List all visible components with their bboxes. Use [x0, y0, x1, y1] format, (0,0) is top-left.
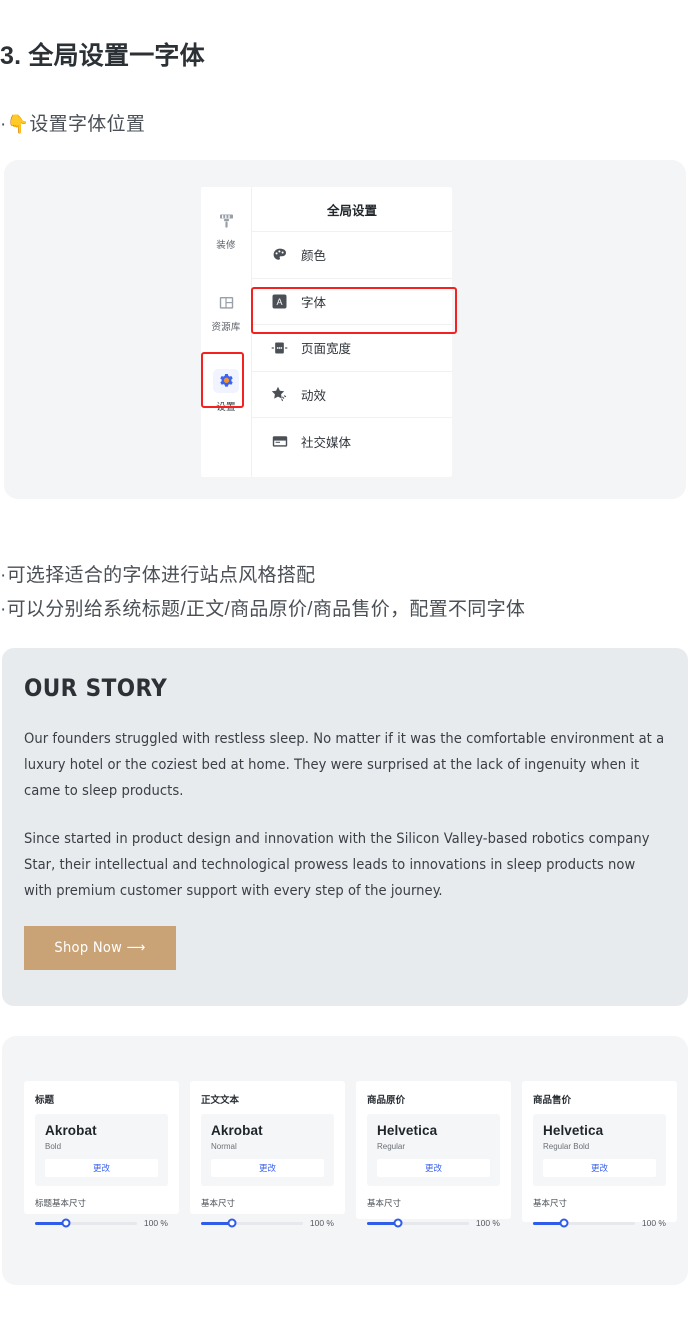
library-grid-icon	[215, 293, 237, 313]
change-font-button[interactable]: 更改	[211, 1159, 324, 1177]
story-paragraph-1: Our founders struggled with restless sle…	[24, 730, 665, 799]
bullet-font-style-match: ·可选择适合的字体进行站点风格搭配	[0, 565, 316, 586]
global-settings-panel: 全局设置 颜色 A 字体 页面宽度 动效 社交媒体	[252, 187, 452, 477]
font-preview-box: Helvetica Regular Bold 更改	[533, 1114, 666, 1186]
font-name: Helvetica	[377, 1123, 438, 1138]
svg-text:A: A	[276, 297, 282, 307]
settings-row-social-media[interactable]: 社交媒体	[252, 418, 452, 465]
size-slider-row: 100 %	[367, 1218, 500, 1228]
size-value: 100 %	[641, 1218, 666, 1228]
star-sparkle-icon	[271, 386, 288, 403]
gear-icon	[213, 369, 239, 393]
settings-row-font[interactable]: A 字体	[252, 279, 452, 325]
font-name: Helvetica	[543, 1123, 604, 1138]
bullet-set-font-position: ·👇设置字体位置	[0, 109, 145, 136]
font-card-list: 标题 Akrobat Bold 更改 标题基本尺寸 100 % 正文文本 Akr…	[24, 1081, 677, 1228]
settings-label-page-width: 页面宽度	[301, 342, 352, 357]
shop-now-button[interactable]: Shop Now ⟶	[24, 926, 176, 970]
slider-thumb[interactable]	[559, 1218, 569, 1228]
font-card-sale-price: 商品售价 Helvetica Regular Bold 更改 基本尺寸 100 …	[522, 1081, 677, 1228]
pointing-down-icon: 👇	[6, 114, 30, 134]
page-width-icon	[271, 339, 288, 356]
settings-label-color: 颜色	[301, 249, 327, 264]
paint-brush-icon	[215, 211, 237, 231]
story-preview-card: OUR STORY Our founders struggled with re…	[2, 648, 688, 1006]
bullet-dot: ·	[0, 114, 7, 135]
sidebar-item-settings[interactable]: 设置	[201, 361, 251, 421]
size-slider-row: 100 %	[35, 1218, 168, 1228]
font-weight: Bold	[45, 1142, 62, 1151]
settings-label-social-media: 社交媒体	[301, 435, 352, 450]
slider-thumb[interactable]	[227, 1218, 237, 1228]
palette-icon	[271, 246, 288, 263]
font-preview-box: Akrobat Normal 更改	[201, 1114, 334, 1186]
sidebar-item-library[interactable]: 资源库	[201, 283, 251, 343]
sidebar-label-library: 资源库	[211, 322, 241, 333]
size-value: 100 %	[309, 1218, 334, 1228]
size-label: 标题基本尺寸	[35, 1198, 87, 1208]
font-weight: Regular Bold	[543, 1142, 590, 1151]
size-label: 基本尺寸	[367, 1198, 402, 1208]
font-card-label: 正文文本	[201, 1095, 240, 1106]
editor-mock: 装修 资源库 设置 全局设置 颜色 A 字体 页面宽度 动效 社交媒体	[201, 187, 452, 477]
social-media-icon	[271, 433, 288, 450]
sidebar-label-settings: 设置	[216, 402, 236, 413]
font-name: Akrobat	[45, 1123, 97, 1138]
font-settings-screenshot-container: 标题 Akrobat Bold 更改 标题基本尺寸 100 % 正文文本 Akr…	[2, 1036, 688, 1285]
font-card-body: 正文文本 Akrobat Normal 更改 基本尺寸 100 %	[190, 1081, 345, 1228]
size-slider[interactable]	[35, 1218, 137, 1228]
change-font-button[interactable]: 更改	[377, 1159, 490, 1177]
page-title: 3. 全局设置一字体	[0, 42, 205, 70]
settings-row-animation[interactable]: 动效	[252, 372, 452, 418]
size-value: 100 %	[143, 1218, 168, 1228]
sidebar-item-decoration[interactable]: 装修	[201, 201, 251, 261]
change-font-button[interactable]: 更改	[45, 1159, 158, 1177]
sidebar-label-decoration: 装修	[216, 240, 236, 251]
size-slider[interactable]	[533, 1218, 635, 1228]
story-title: OUR STORY	[24, 674, 168, 702]
size-label: 基本尺寸	[533, 1198, 568, 1208]
size-slider[interactable]	[201, 1218, 303, 1228]
settings-row-color[interactable]: 颜色	[252, 232, 452, 279]
font-card-label: 商品售价	[533, 1095, 572, 1106]
settings-row-page-width[interactable]: 页面宽度	[252, 325, 452, 372]
panel-title: 全局设置	[252, 187, 452, 232]
font-card-label: 商品原价	[367, 1095, 406, 1106]
slider-thumb[interactable]	[61, 1218, 71, 1228]
size-slider-row: 100 %	[201, 1218, 334, 1228]
settings-screenshot-container: 装修 资源库 设置 全局设置 颜色 A 字体 页面宽度 动效 社交媒体	[4, 160, 686, 499]
font-preview-box: Akrobat Bold 更改	[35, 1114, 168, 1186]
font-a-icon: A	[271, 293, 288, 310]
font-card-title: 标题 Akrobat Bold 更改 标题基本尺寸 100 %	[24, 1081, 179, 1228]
settings-label-font: 字体	[301, 295, 327, 310]
change-font-button[interactable]: 更改	[543, 1159, 656, 1177]
size-value: 100 %	[475, 1218, 500, 1228]
story-paragraph-2: Since started in product design and inno…	[24, 830, 650, 899]
font-card-original-price: 商品原价 Helvetica Regular 更改 基本尺寸 100 %	[356, 1081, 511, 1228]
editor-left-rail: 装修 资源库 设置	[201, 187, 252, 477]
bullet-font-per-element: ·可以分别给系统标题/正文/商品原价/商品售价，配置不同字体	[0, 599, 526, 620]
font-weight: Normal	[211, 1142, 237, 1151]
settings-label-animation: 动效	[301, 388, 327, 403]
slider-thumb[interactable]	[393, 1218, 403, 1228]
size-label: 基本尺寸	[201, 1198, 236, 1208]
bullet-text: 设置字体位置	[29, 114, 146, 135]
size-slider[interactable]	[367, 1218, 469, 1228]
font-weight: Regular	[377, 1142, 406, 1151]
font-card-label: 标题	[35, 1095, 55, 1106]
font-preview-box: Helvetica Regular 更改	[367, 1114, 500, 1186]
size-slider-row: 100 %	[533, 1218, 666, 1228]
font-name: Akrobat	[211, 1123, 263, 1138]
